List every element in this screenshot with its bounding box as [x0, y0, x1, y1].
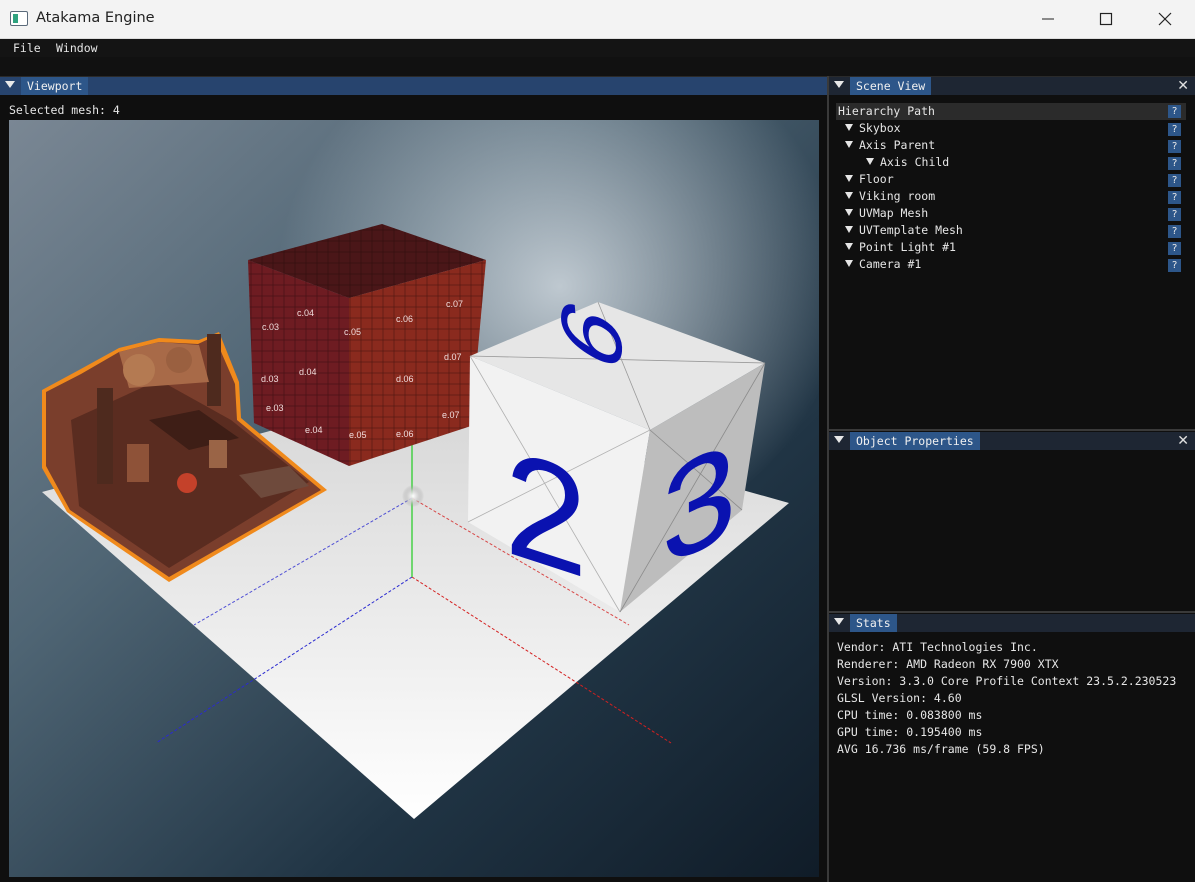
stats-vendor: Vendor: ATI Technologies Inc.	[837, 640, 1038, 654]
collapse-arrow-icon[interactable]	[834, 618, 844, 625]
point-light-gizmo[interactable]	[402, 485, 424, 507]
tab-scene-view[interactable]: Scene View	[850, 77, 932, 95]
stats-glsl-version: GLSL Version: 4.60	[837, 691, 962, 705]
item-label: Axis Parent	[859, 138, 936, 152]
item-label: UVTemplate Mesh	[859, 223, 963, 237]
panel-splitter[interactable]	[829, 611, 1195, 613]
expand-arrow-icon[interactable]	[845, 175, 853, 182]
help-icon[interactable]: ?	[1168, 191, 1181, 204]
uv-label: c.07	[446, 299, 463, 309]
stats-header: Stats	[829, 614, 1195, 632]
stats-avg-frame: AVG 16.736 ms/frame (59.8 FPS)	[837, 742, 1045, 756]
window-title: Atakama Engine	[36, 10, 155, 26]
window-titlebar: Atakama Engine	[0, 0, 1195, 39]
item-label: Skybox	[859, 121, 901, 135]
selected-mesh-label: Selected mesh: 4	[9, 103, 120, 117]
maximize-button[interactable]	[1077, 0, 1135, 38]
scene-view-header: Scene View ✕	[829, 77, 1195, 95]
uv-label: d.06	[396, 374, 414, 384]
panel-splitter[interactable]	[829, 429, 1195, 431]
item-label: Point Light #1	[859, 240, 956, 254]
object-properties-header: Object Properties ✕	[829, 432, 1195, 450]
close-icon	[1158, 12, 1172, 26]
hierarchy-path-label: Hierarchy Path	[838, 104, 935, 118]
uv-label: c.04	[297, 308, 314, 318]
help-icon[interactable]: ?	[1168, 208, 1181, 221]
stats-version: Version: 3.3.0 Core Profile Context 23.5…	[837, 674, 1177, 688]
item-label: Viking room	[859, 189, 936, 203]
hierarchy-item-floor[interactable]: Floor	[845, 172, 894, 189]
item-label: Axis Child	[880, 155, 950, 169]
viewport-scene[interactable]: c.03 c.04 c.05 c.06 c.07 d.03 d.04 d.06 …	[9, 120, 819, 877]
tab-viewport[interactable]: Viewport	[21, 77, 89, 95]
uv-label: c.06	[396, 314, 413, 324]
tab-stats[interactable]: Stats	[850, 614, 897, 632]
app-icon	[10, 11, 28, 26]
uv-label: d.03	[261, 374, 279, 384]
menu-window[interactable]: Window	[56, 41, 98, 55]
hierarchy-item-viking-room[interactable]: Viking room	[845, 189, 935, 206]
expand-arrow-icon[interactable]	[845, 243, 853, 250]
menu-file[interactable]: File	[13, 41, 41, 55]
close-window-button[interactable]	[1136, 0, 1194, 38]
collapse-arrow-icon[interactable]	[5, 81, 15, 88]
help-icon[interactable]: ?	[1168, 123, 1181, 136]
expand-arrow-icon[interactable]	[845, 209, 853, 216]
tab-object-properties[interactable]: Object Properties	[850, 432, 980, 450]
help-icon[interactable]: ?	[1168, 225, 1181, 238]
maximize-icon	[1099, 12, 1113, 26]
uv-label: d.04	[299, 367, 317, 377]
viewport-panel: Viewport Selected mesh: 4 c.03 c.04 c.05…	[0, 77, 827, 882]
item-label: UVMap Mesh	[859, 206, 929, 220]
collapse-arrow-icon[interactable]	[834, 81, 844, 88]
help-icon[interactable]: ?	[1168, 157, 1181, 170]
dockspace-strip	[0, 57, 1195, 77]
expand-arrow-icon[interactable]	[845, 226, 853, 233]
hierarchy-item-axis-parent[interactable]: Axis Parent	[845, 138, 935, 155]
hierarchy-item-uvmap-mesh[interactable]: UVMap Mesh	[845, 206, 928, 223]
uvtemplate-mesh[interactable]: c.03 c.04 c.05 c.06 c.07 d.03 d.04 d.06 …	[248, 224, 486, 466]
hierarchy-item-skybox[interactable]: Skybox	[845, 121, 901, 138]
help-icon[interactable]: ?	[1168, 174, 1181, 187]
stats-renderer: Renderer: AMD Radeon RX 7900 XTX	[837, 657, 1059, 671]
expand-arrow-icon[interactable]	[845, 192, 853, 199]
uv-label: d.07	[444, 352, 462, 362]
object-properties-panel: Object Properties ✕	[829, 432, 1195, 610]
uv-label: c.03	[262, 322, 279, 332]
item-label: Camera #1	[859, 257, 922, 271]
stats-cpu-time: CPU time: 0.083800 ms	[837, 708, 983, 722]
help-icon[interactable]: ?	[1168, 140, 1181, 153]
hierarchy-item-uvtemplate-mesh[interactable]: UVTemplate Mesh	[845, 223, 963, 240]
expand-arrow-icon[interactable]	[845, 141, 853, 148]
help-icon[interactable]: ?	[1168, 259, 1181, 272]
uv-label: e.05	[349, 430, 367, 440]
dice-face-number: 2	[504, 416, 587, 611]
uv-label: e.04	[305, 425, 323, 435]
viewport-panel-header: Viewport	[0, 77, 827, 95]
stats-panel: Stats Vendor: ATI Technologies Inc. Rend…	[829, 614, 1195, 882]
expand-arrow-icon[interactable]	[845, 124, 853, 131]
item-label: Floor	[859, 172, 894, 186]
uv-label: e.06	[396, 429, 414, 439]
stats-gpu-time: GPU time: 0.195400 ms	[837, 725, 983, 739]
uv-label: e.03	[266, 403, 284, 413]
close-icon[interactable]: ✕	[1177, 433, 1189, 449]
hierarchy-item-camera[interactable]: Camera #1	[845, 257, 921, 274]
help-icon[interactable]: ?	[1168, 105, 1181, 118]
expand-arrow-icon[interactable]	[866, 158, 874, 165]
uv-label: e.07	[442, 410, 460, 420]
close-icon[interactable]: ✕	[1177, 78, 1189, 94]
minimize-icon	[1042, 18, 1054, 20]
minimize-button[interactable]	[1019, 0, 1077, 38]
hierarchy-item-axis-child[interactable]: Axis Child	[866, 155, 949, 172]
uv-label: c.05	[344, 327, 361, 337]
hierarchy-item-point-light[interactable]: Point Light #1	[845, 240, 956, 257]
menu-bar: File Window	[0, 39, 1195, 57]
collapse-arrow-icon[interactable]	[834, 436, 844, 443]
expand-arrow-icon[interactable]	[845, 260, 853, 267]
help-icon[interactable]: ?	[1168, 242, 1181, 255]
